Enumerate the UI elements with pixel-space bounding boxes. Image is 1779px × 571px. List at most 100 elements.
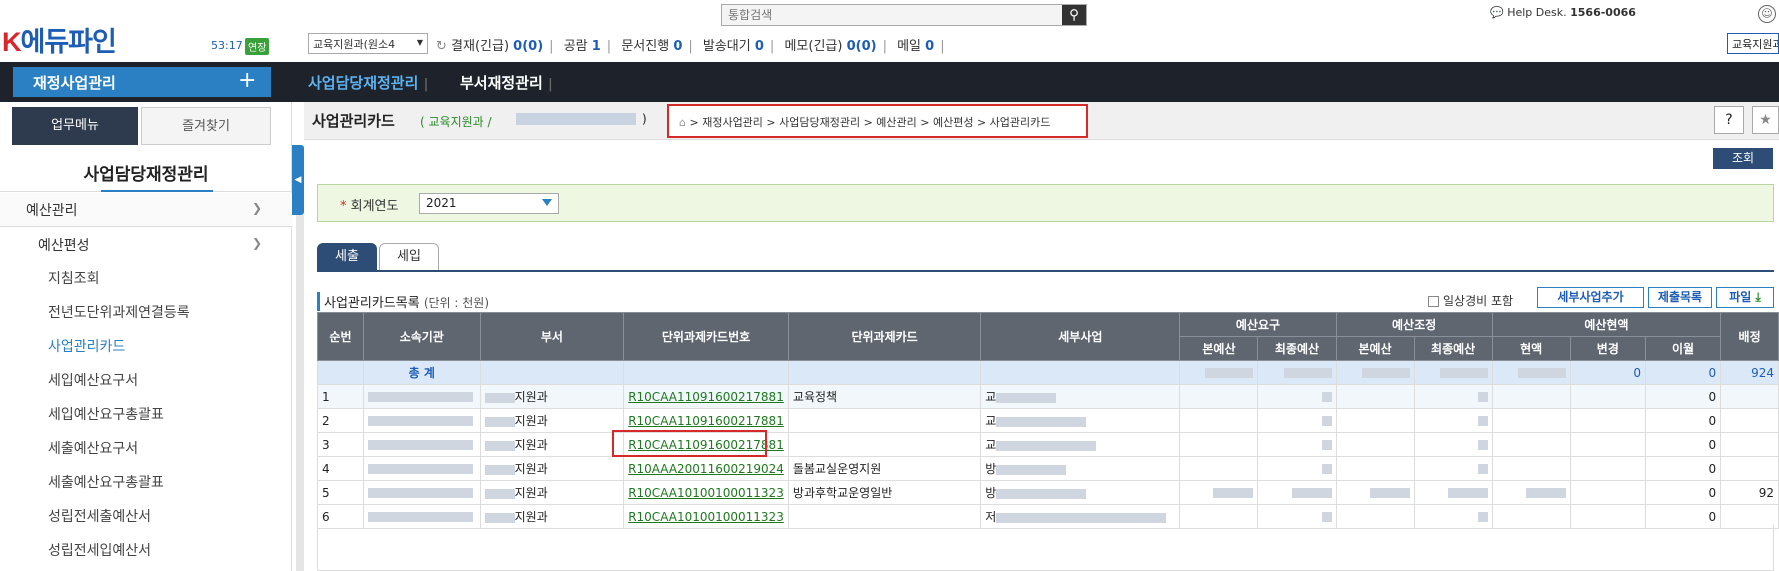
helpdesk[interactable]: 💬 Help Desk. 1566-0066 <box>1490 6 1636 19</box>
sidebar-item-guidelines[interactable]: 지침조회 <box>0 262 292 296</box>
add-detail-button[interactable]: 세부사업추가 <box>1537 287 1644 308</box>
table-empty-area <box>317 525 1774 571</box>
submit-list-button[interactable]: 제출목록 <box>1648 287 1712 308</box>
redacted-dept <box>516 113 636 125</box>
total-change: 0 <box>1569 360 1646 385</box>
total-carry: 0 <box>1644 360 1722 385</box>
search-button[interactable]: ⚲ <box>1062 5 1086 25</box>
announce-link[interactable]: 공람 1 <box>564 39 601 54</box>
mail-link[interactable]: 메일 0 <box>897 39 934 54</box>
col-assign[interactable]: 배정 <box>1720 312 1779 361</box>
col-org[interactable]: 소속기관 <box>362 312 481 361</box>
col-adj-base[interactable]: 본예산 <box>1335 336 1415 361</box>
total-assign: 924 <box>1720 360 1779 385</box>
table-row[interactable]: 2 지원과 R10CAA11091600217881 교 0 <box>317 408 1779 433</box>
nav-menu-button[interactable]: 재정사업관리 <box>13 67 271 97</box>
sidebar-item-pre-revenue[interactable]: 성립전세입예산서 <box>0 534 292 568</box>
sidebar-item-prev-link[interactable]: 전년도단위과제연결등록 <box>0 296 292 330</box>
business-card-table: 순번 소속기관 부서 단위과제카드번호 단위과제카드 세부사업 예산요구 예산조… <box>317 312 1779 529</box>
tab-business-finance[interactable]: 사업담당재정관리 | <box>308 72 428 93</box>
plus-icon[interactable]: + <box>238 68 256 93</box>
tab-work-menu[interactable]: 업무메뉴 <box>12 107 138 145</box>
send-wait-link[interactable]: 발송대기 0 <box>703 39 764 54</box>
sidebar-scrollbar[interactable] <box>296 215 304 571</box>
approval-link[interactable]: 결재(긴급) 0(0) <box>451 39 543 54</box>
sidebar-title-underline <box>101 190 213 192</box>
search-icon: ⚲ <box>1069 7 1079 22</box>
tab-revenue[interactable]: 세입 <box>379 243 439 271</box>
total-row: 총 계 0 0 924 <box>317 360 1779 385</box>
sidebar-item-budget[interactable]: 예산관리 ❯ <box>0 193 292 227</box>
memo-link[interactable]: 메모(긴급) 0(0) <box>784 39 876 54</box>
dept-select[interactable]: 교육지원과(원소4 ▼ <box>308 33 428 54</box>
group-adjust: 예산조정 <box>1335 312 1493 337</box>
group-current: 예산현액 <box>1491 312 1722 337</box>
col-no[interactable]: 순번 <box>317 312 364 361</box>
card-no-link[interactable]: R10AAA20011600219024 <box>628 462 784 476</box>
tab-favorites[interactable]: 즐겨찾기 <box>141 107 271 145</box>
col-req-base[interactable]: 본예산 <box>1179 336 1259 361</box>
card-no-link[interactable]: R10CAA10100100011323 <box>628 486 784 500</box>
card-no-link[interactable]: R10CAA11091600217881 <box>628 390 784 404</box>
chat-icon: 💬 <box>1490 6 1504 19</box>
sidebar-item-revenue-summary[interactable]: 세입예산요구총괄표 <box>0 398 292 432</box>
fiscal-year-label: * 회계연도 <box>340 199 399 214</box>
table-row[interactable]: 1 지원과 R10CAA11091600217881 교육정책 교 0 <box>317 384 1779 409</box>
col-detail[interactable]: 세부사업 <box>980 312 1181 361</box>
group-request: 예산요구 <box>1179 312 1337 337</box>
sidebar-item-revenue-request[interactable]: 세입예산요구서 <box>0 364 292 398</box>
daily-expense-checkbox[interactable]: 일상경비 포함 <box>1428 292 1513 309</box>
col-card[interactable]: 단위과제카드 <box>787 312 982 361</box>
table-row[interactable]: 3 지원과 R10CAA11091600217881 교 0 <box>317 432 1779 457</box>
user-icon[interactable]: ☺ <box>1758 5 1776 23</box>
tab-expense[interactable]: 세출 <box>317 243 377 271</box>
download-icon: ⤓ <box>1755 290 1761 304</box>
extend-session-button[interactable]: 연장 <box>245 38 270 55</box>
chevron-right-icon: ❯ <box>251 201 262 215</box>
fiscal-year-select[interactable]: 2021 <box>419 193 559 214</box>
col-adj-final[interactable]: 최종예산 <box>1413 336 1493 361</box>
star-icon: ★ <box>1759 112 1772 128</box>
refresh-icon[interactable]: ↻ <box>436 39 447 54</box>
tab-divider <box>317 270 1774 272</box>
sidebar-item-business-card[interactable]: 사업관리카드 <box>0 330 292 364</box>
edufine-logo[interactable]: K에듀파인 <box>2 20 117 59</box>
checkbox-icon[interactable] <box>1428 296 1439 307</box>
col-carry[interactable]: 이월 <box>1644 336 1722 361</box>
card-no-link[interactable]: R10CAA11091600217881 <box>628 414 784 428</box>
session-timer: 53:17 <box>211 39 243 52</box>
col-card-no[interactable]: 단위과제카드번호 <box>623 312 789 361</box>
home-icon[interactable]: ⌂ <box>679 116 686 129</box>
tab-dept-finance[interactable]: 부서재정관리 | <box>460 72 553 93</box>
chevron-right-icon: ❯ <box>251 236 262 250</box>
page-dept: ( 교육지원과 / <box>420 115 492 129</box>
col-current[interactable]: 현액 <box>1491 336 1571 361</box>
sidebar-item-budget-compile[interactable]: 예산편성 ❯ <box>0 228 292 260</box>
col-change[interactable]: 변경 <box>1569 336 1646 361</box>
card-no-link[interactable]: R10CAA10100100011323 <box>628 510 784 524</box>
page-dept-end: ) <box>642 112 647 126</box>
sidebar-collapse-handle[interactable]: ◀ <box>292 145 304 215</box>
sidebar-item-expense-request[interactable]: 세출예산요구서 <box>0 432 292 466</box>
col-req-final[interactable]: 최종예산 <box>1257 336 1337 361</box>
sidebar-title: 사업담당재정관리 <box>0 152 292 192</box>
file-button[interactable]: 파일 ⤓ <box>1716 287 1774 308</box>
sidebar-item-pre-expense[interactable]: 성립전세출예산서 <box>0 500 292 534</box>
status-bar: ↻ 결재(긴급) 0(0) | 공람 1 | 문서진행 0 | 발송대기 0 | 메모(… <box>436 39 945 54</box>
org-select[interactable]: 교육지원과 <box>1727 33 1779 54</box>
favorite-button[interactable]: ★ <box>1752 106 1779 134</box>
query-button[interactable]: 조회 <box>1713 148 1773 169</box>
dept-select-value: 교육지원과(원소4 <box>313 38 396 51</box>
col-dept[interactable]: 부서 <box>479 312 625 361</box>
page-title: 사업관리카드 <box>312 112 395 130</box>
total-label: 총 계 <box>362 360 481 385</box>
help-button[interactable]: ? <box>1714 106 1744 134</box>
list-title: 사업관리카드목록 (단위 : 천원) <box>317 292 489 311</box>
doc-progress-link[interactable]: 문서진행 0 <box>621 39 682 54</box>
chevron-down-icon: ▼ <box>416 38 423 47</box>
table-row[interactable]: 5 지원과 R10CAA10100100011323 방과후학교운영일반 방 0… <box>317 480 1779 505</box>
breadcrumb: ⌂ > 재정사업관리 > 사업담당재정관리 > 예산관리 > 예산편성 > 사업… <box>667 104 1088 138</box>
search-input[interactable] <box>722 5 1064 25</box>
table-row[interactable]: 4 지원과 R10AAA20011600219024 돌봄교실운영지원 방 0 <box>317 456 1779 481</box>
sidebar-item-expense-summary[interactable]: 세출예산요구총괄표 <box>0 466 292 500</box>
